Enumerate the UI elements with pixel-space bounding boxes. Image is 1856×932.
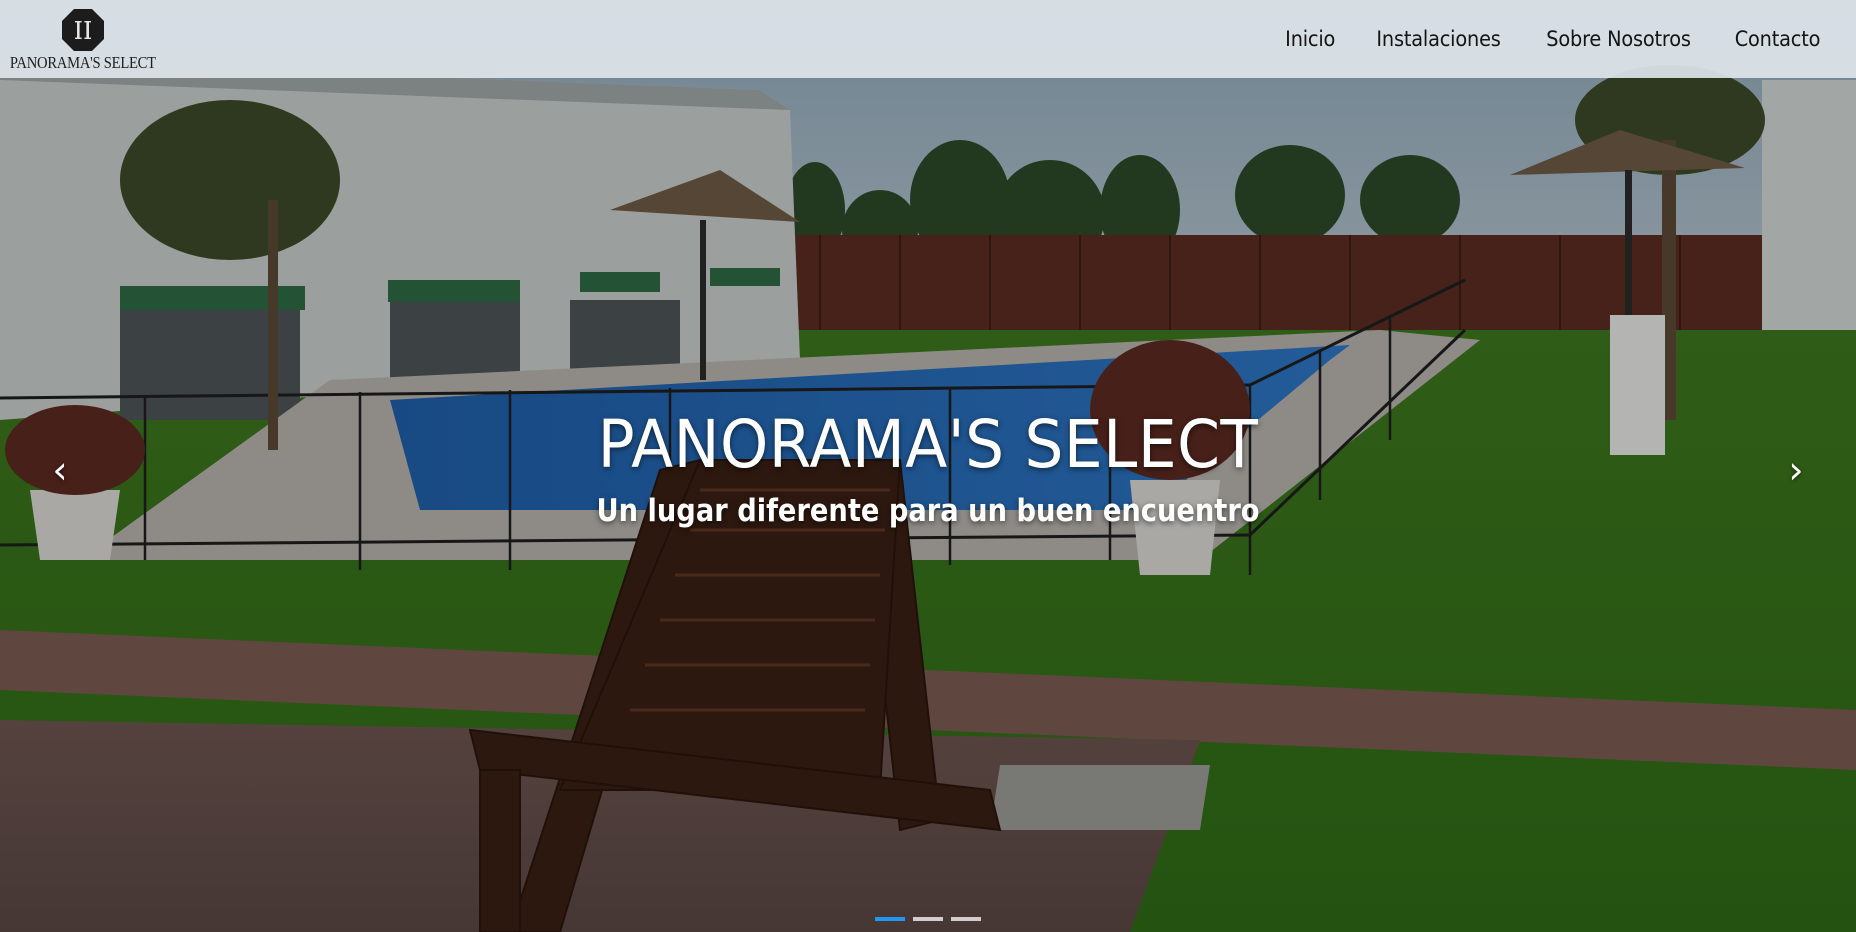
nav-item-instalaciones: Instalaciones — [1371, 27, 1506, 51]
chevron-left-icon: ‹ — [52, 448, 68, 492]
brand-logo-text: PANORAMA'S SELECT — [10, 52, 156, 72]
carousel-indicator-2[interactable] — [913, 917, 943, 921]
nav-link-sobre-nosotros[interactable]: Sobre Nosotros — [1546, 27, 1691, 51]
carousel-indicator-1[interactable] — [875, 917, 905, 921]
carousel-indicators — [0, 917, 1856, 921]
octagon-monogram-icon — [62, 8, 104, 51]
brand-logo[interactable]: PANORAMA'S SELECT — [10, 8, 156, 73]
nav-link-inicio[interactable]: Inicio — [1285, 27, 1335, 51]
nav-item-inicio: Inicio — [1283, 27, 1337, 51]
nav-link-contacto[interactable]: Contacto — [1735, 27, 1821, 51]
hero-carousel: PANORAMA'S SELECT Un lugar diferente par… — [0, 0, 1856, 932]
nav-item-sobre-nosotros: Sobre Nosotros — [1540, 27, 1697, 51]
nav-link-instalaciones[interactable]: Instalaciones — [1376, 27, 1500, 51]
top-navbar: PANORAMA'S SELECT Inicio Instalaciones S… — [0, 0, 1856, 78]
chevron-right-icon: › — [1788, 448, 1804, 492]
nav-item-contacto: Contacto — [1731, 27, 1824, 51]
carousel-next-button[interactable]: › — [1776, 448, 1816, 492]
hero-title: PANORAMA'S SELECT — [597, 406, 1259, 483]
carousel-prev-button[interactable]: ‹ — [40, 448, 80, 492]
carousel-indicator-3[interactable] — [951, 917, 981, 921]
main-nav: Inicio Instalaciones Sobre Nosotros Cont… — [1283, 27, 1824, 51]
hero-caption: PANORAMA'S SELECT Un lugar diferente par… — [0, 412, 1856, 527]
hero-subtitle: Un lugar diferente para un buen encuentr… — [596, 493, 1260, 529]
